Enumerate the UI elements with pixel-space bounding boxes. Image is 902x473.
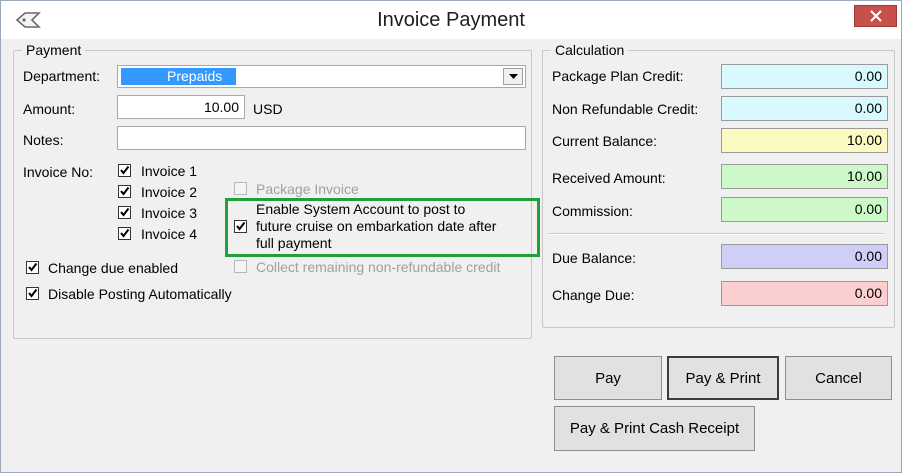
invoice-no-label: Invoice No:	[23, 164, 94, 180]
enable-system-account-line-1: Enable System Account to post to	[256, 201, 466, 217]
package-plan-credit-label: Package Plan Credit:	[552, 68, 684, 84]
check-icon	[120, 228, 130, 238]
check-icon	[28, 288, 38, 298]
invoice-1-checkbox[interactable]	[118, 164, 131, 177]
change-due-enabled-label: Change due enabled	[48, 260, 179, 276]
invoice-3-label: Invoice 3	[141, 205, 198, 221]
disable-posting-checkbox[interactable]	[26, 287, 39, 300]
commission-value: 0.00	[721, 197, 888, 222]
chevron-down-icon	[508, 73, 518, 79]
check-icon	[120, 207, 130, 217]
check-icon	[236, 221, 246, 231]
department-select[interactable]: Prepaids	[117, 65, 526, 88]
current-balance-label: Current Balance:	[552, 133, 658, 149]
pay-print-cash-receipt-button[interactable]: Pay & Print Cash Receipt	[554, 406, 755, 451]
non-refundable-credit-label: Non Refundable Credit:	[552, 101, 699, 117]
close-icon	[869, 10, 882, 22]
notes-label: Notes:	[23, 132, 64, 148]
due-balance-label: Due Balance:	[552, 250, 637, 266]
pay-button[interactable]: Pay	[554, 356, 662, 400]
package-invoice-label: Package Invoice	[256, 181, 359, 197]
change-due-enabled-checkbox[interactable]	[26, 261, 39, 274]
invoice-4-label: Invoice 4	[141, 226, 198, 242]
window-title: Invoice Payment	[377, 9, 525, 31]
commission-label: Commission:	[552, 203, 633, 219]
package-invoice-checkbox[interactable]	[234, 182, 247, 195]
check-icon	[120, 165, 130, 175]
department-dropdown-button[interactable]	[503, 68, 523, 85]
calculation-separator	[549, 233, 883, 235]
cancel-button[interactable]: Cancel	[785, 356, 892, 400]
payment-legend: Payment	[26, 42, 82, 58]
title-bar: Invoice Payment	[1, 1, 901, 39]
package-plan-credit-value: 0.00	[721, 64, 888, 89]
invoice-2-checkbox[interactable]	[118, 185, 131, 198]
department-label: Department:	[23, 68, 101, 84]
pay-print-button[interactable]: Pay & Print	[667, 356, 779, 400]
enable-system-account-line-3: full payment	[256, 235, 332, 251]
change-due-value: 0.00	[721, 281, 888, 306]
department-selected-value: Prepaids	[121, 68, 236, 85]
enable-system-account-line-2: future cruise on embarkation date after	[256, 218, 497, 234]
received-amount-label: Received Amount:	[552, 170, 666, 186]
close-button[interactable]	[854, 5, 897, 27]
invoice-3-checkbox[interactable]	[118, 206, 131, 219]
change-due-label: Change Due:	[552, 287, 635, 303]
enable-system-account-checkbox[interactable]	[234, 220, 247, 233]
due-balance-value: 0.00	[721, 244, 888, 269]
enable-system-account-label: Enable System Account to post to future …	[256, 201, 496, 252]
calculation-legend: Calculation	[555, 42, 625, 58]
invoice-2-label: Invoice 2	[141, 184, 198, 200]
cancel-button-label: Cancel	[815, 369, 862, 387]
current-balance-value: 10.00	[721, 128, 888, 153]
check-icon	[120, 186, 130, 196]
disable-posting-label: Disable Posting Automatically	[48, 286, 232, 302]
check-icon	[28, 262, 38, 272]
invoice-4-checkbox[interactable]	[118, 227, 131, 240]
collect-remaining-label: Collect remaining non-refundable credit	[256, 259, 501, 275]
currency-label: USD	[253, 101, 283, 117]
collect-remaining-checkbox[interactable]	[234, 260, 247, 273]
amount-input[interactable]: 10.00	[117, 95, 245, 119]
notes-input[interactable]	[117, 126, 526, 150]
pay-button-label: Pay	[595, 369, 621, 387]
invoice-1-label: Invoice 1	[141, 163, 198, 179]
received-amount-value: 10.00	[721, 164, 888, 189]
invoice-payment-dialog: Invoice Payment Payment Department: Prep…	[0, 0, 902, 473]
amount-label: Amount:	[23, 101, 76, 117]
pay-print-button-label: Pay & Print	[685, 369, 761, 387]
non-refundable-credit-value: 0.00	[721, 96, 888, 121]
pay-print-cash-receipt-button-label: Pay & Print Cash Receipt	[569, 420, 740, 437]
